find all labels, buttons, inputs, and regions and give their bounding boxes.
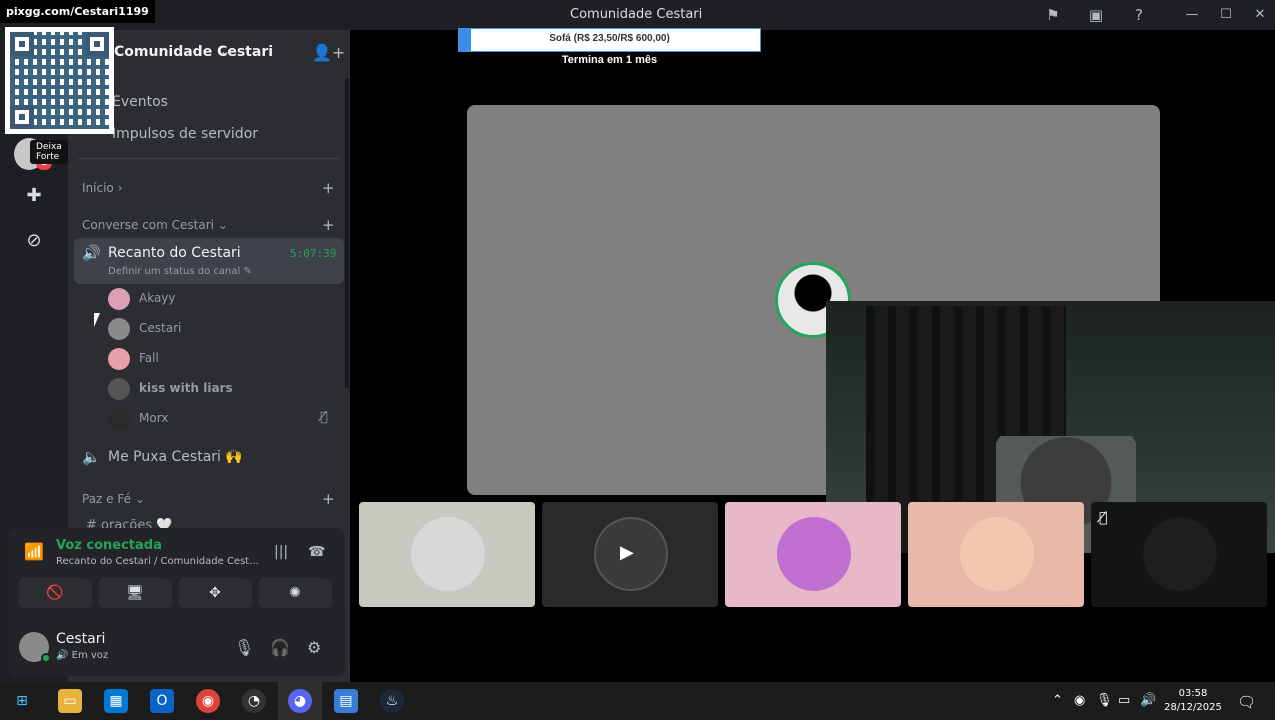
speaker-icon: 🔊 bbox=[82, 244, 101, 262]
add-channel-icon[interactable]: + bbox=[322, 216, 335, 234]
steam-icon[interactable]: ♨ bbox=[380, 689, 404, 713]
donation-goal-bar: Sofá (R$ 23,50/R$ 600,00) bbox=[458, 28, 761, 52]
outlook-icon[interactable]: O bbox=[150, 689, 174, 713]
signal-icon[interactable]: 📶 bbox=[24, 542, 44, 561]
participant-tile[interactable] bbox=[908, 502, 1084, 607]
sidebar-scrollbar[interactable] bbox=[345, 78, 349, 388]
voice-connected-panel: 📶 Voz conectada Recanto do Cestari / Com… bbox=[8, 528, 345, 620]
help-icon[interactable]: ? bbox=[1129, 5, 1149, 25]
menu-boosts[interactable]: Impulsos de servidor bbox=[112, 126, 258, 142]
system-clock[interactable]: 03:58 28/12/2025 bbox=[1160, 687, 1226, 715]
title-bar: Comunidade Cestari ⚑ ▣ ? — ☐ ✕ bbox=[0, 0, 1275, 30]
avatar bbox=[777, 517, 851, 591]
category-label: Converse com Cestari bbox=[82, 218, 214, 232]
chrome-icon[interactable]: ◉ bbox=[196, 689, 220, 713]
user-name: Cestari bbox=[56, 631, 106, 647]
user-panel: Cestari 🔊 Em voz 🎙 🎧 ⚙ bbox=[8, 620, 345, 676]
soundboard-button[interactable]: ✺ bbox=[258, 578, 332, 608]
server-name: Comunidade Cestari bbox=[114, 44, 274, 60]
goal-label: Sofá (R$ 23,50/R$ 600,00) bbox=[549, 33, 670, 44]
record-icon[interactable]: ◉ bbox=[1074, 693, 1085, 708]
file-explorer-icon[interactable]: ▭ bbox=[58, 689, 82, 713]
chevron-down-icon: ⌄ bbox=[220, 44, 231, 58]
member-name: Akayy bbox=[139, 291, 176, 305]
category-label: Início bbox=[82, 181, 114, 195]
microphone-icon[interactable]: 🎙 bbox=[234, 638, 254, 657]
voice-stage: Sofá (R$ 23,50/R$ 600,00) Termina em 1 m… bbox=[350, 28, 1275, 682]
participant-tile[interactable] bbox=[725, 502, 901, 607]
add-channel-icon[interactable]: + bbox=[322, 179, 335, 197]
clock-time: 03:58 bbox=[1178, 688, 1208, 699]
category-paz[interactable]: Paz e Fé ⌄ + bbox=[82, 490, 335, 508]
category-inicio[interactable]: Início › + bbox=[82, 179, 335, 197]
divider bbox=[78, 158, 340, 159]
avatar bbox=[960, 517, 1034, 591]
speaker-icon: 🔈 bbox=[82, 448, 101, 466]
online-status-dot bbox=[41, 653, 51, 663]
qr-code bbox=[5, 27, 114, 134]
category-label: Paz e Fé bbox=[82, 492, 131, 506]
voice-channel-name: Recanto do Cestari bbox=[108, 245, 241, 261]
window-title: Comunidade Cestari bbox=[570, 7, 703, 22]
inbox-icon[interactable]: ▣ bbox=[1086, 5, 1106, 25]
avatar bbox=[108, 348, 130, 370]
volume-icon[interactable]: 🔊 bbox=[1140, 693, 1156, 708]
category-converse[interactable]: Converse com Cestari ⌄ + bbox=[82, 216, 335, 234]
mic-muted-icon: 🎙̸ bbox=[1099, 510, 1108, 526]
activities-button[interactable]: ✥ bbox=[178, 578, 252, 608]
voice-timer: 5:07:39 bbox=[290, 247, 337, 260]
voice-channel-name: Me Puxa Cestari 🙌 bbox=[108, 449, 243, 465]
flag-icon[interactable]: ⚑ bbox=[1043, 5, 1063, 25]
video-camera-icon: ▶ bbox=[620, 542, 634, 563]
goal-subtitle: Termina em 1 mês bbox=[561, 54, 658, 66]
member-name: Cestari bbox=[139, 321, 182, 335]
participant-tile[interactable]: ▶ bbox=[542, 502, 718, 607]
noise-suppression-icon[interactable]: ||| bbox=[274, 544, 288, 560]
screen-share-button[interactable]: 🖥 bbox=[98, 578, 172, 608]
avatar bbox=[108, 378, 130, 400]
avatar bbox=[1143, 517, 1217, 591]
clock-app-icon[interactable]: ◔ bbox=[242, 689, 266, 713]
overlay-link: pixgg.com/Cestari1199 bbox=[0, 0, 155, 23]
close-button[interactable]: ✕ bbox=[1249, 5, 1271, 25]
taskbar: ⊞ ▭ ▦ O ◉ ◔ ◕ ▤ ♨ ⌃ ◉ 🎙 ▭ 🔊 03:58 28/12/… bbox=[0, 682, 1275, 720]
member-name: Fall bbox=[139, 351, 159, 365]
add-server-icon[interactable]: ✚ bbox=[18, 180, 50, 212]
explore-icon[interactable]: ⊘ bbox=[18, 225, 50, 257]
minimize-button[interactable]: — bbox=[1181, 5, 1203, 25]
mic-muted-icon: 🎙̸ bbox=[320, 410, 328, 425]
camera-off-button[interactable]: 🚫 bbox=[18, 578, 92, 608]
mouse-cursor bbox=[94, 313, 100, 327]
store-icon[interactable]: ▦ bbox=[104, 689, 128, 713]
member-name: Morx bbox=[139, 411, 169, 425]
app-icon[interactable]: ▤ bbox=[334, 689, 358, 713]
windows-start-icon[interactable]: ⊞ bbox=[10, 689, 34, 713]
voice-channel-active[interactable]: 🔊 Recanto do Cestari 5:07:39 Definir um … bbox=[74, 238, 344, 284]
avatar bbox=[108, 288, 130, 310]
clock-date: 28/12/2025 bbox=[1164, 702, 1222, 713]
disconnect-icon[interactable]: ☎ bbox=[308, 544, 325, 560]
discord-icon[interactable]: ◕ bbox=[288, 689, 312, 713]
add-channel-icon[interactable]: + bbox=[322, 490, 335, 508]
participant-tile[interactable] bbox=[359, 502, 535, 607]
channel-status[interactable]: Definir um status do canal ✎ bbox=[108, 266, 252, 277]
member-name: kiss with liars bbox=[139, 381, 233, 395]
headphones-icon[interactable]: 🎧 bbox=[270, 638, 290, 657]
notifications-icon[interactable]: 🗨 bbox=[1237, 693, 1256, 711]
chevron-up-icon[interactable]: ⌃ bbox=[1052, 693, 1063, 708]
network-icon[interactable]: ▭ bbox=[1118, 693, 1130, 708]
microphone-icon[interactable]: 🎙 bbox=[1096, 693, 1113, 708]
avatar bbox=[108, 408, 130, 430]
menu-events[interactable]: Eventos bbox=[112, 94, 168, 110]
voice-status-subtitle[interactable]: Recanto do Cestari / Comunidade Cest... bbox=[56, 556, 259, 567]
voice-status-title: Voz conectada bbox=[56, 538, 162, 553]
participant-tile[interactable]: 🎙̸ bbox=[1091, 502, 1267, 607]
invite-people-icon[interactable]: 👤+ bbox=[312, 43, 345, 62]
avatar bbox=[411, 517, 485, 591]
server-tooltip: Deixa Forte bbox=[30, 140, 68, 164]
avatar bbox=[108, 318, 130, 340]
user-status: 🔊 Em voz bbox=[56, 650, 109, 661]
gear-icon[interactable]: ⚙ bbox=[307, 638, 321, 657]
maximize-button[interactable]: ☐ bbox=[1215, 5, 1237, 25]
